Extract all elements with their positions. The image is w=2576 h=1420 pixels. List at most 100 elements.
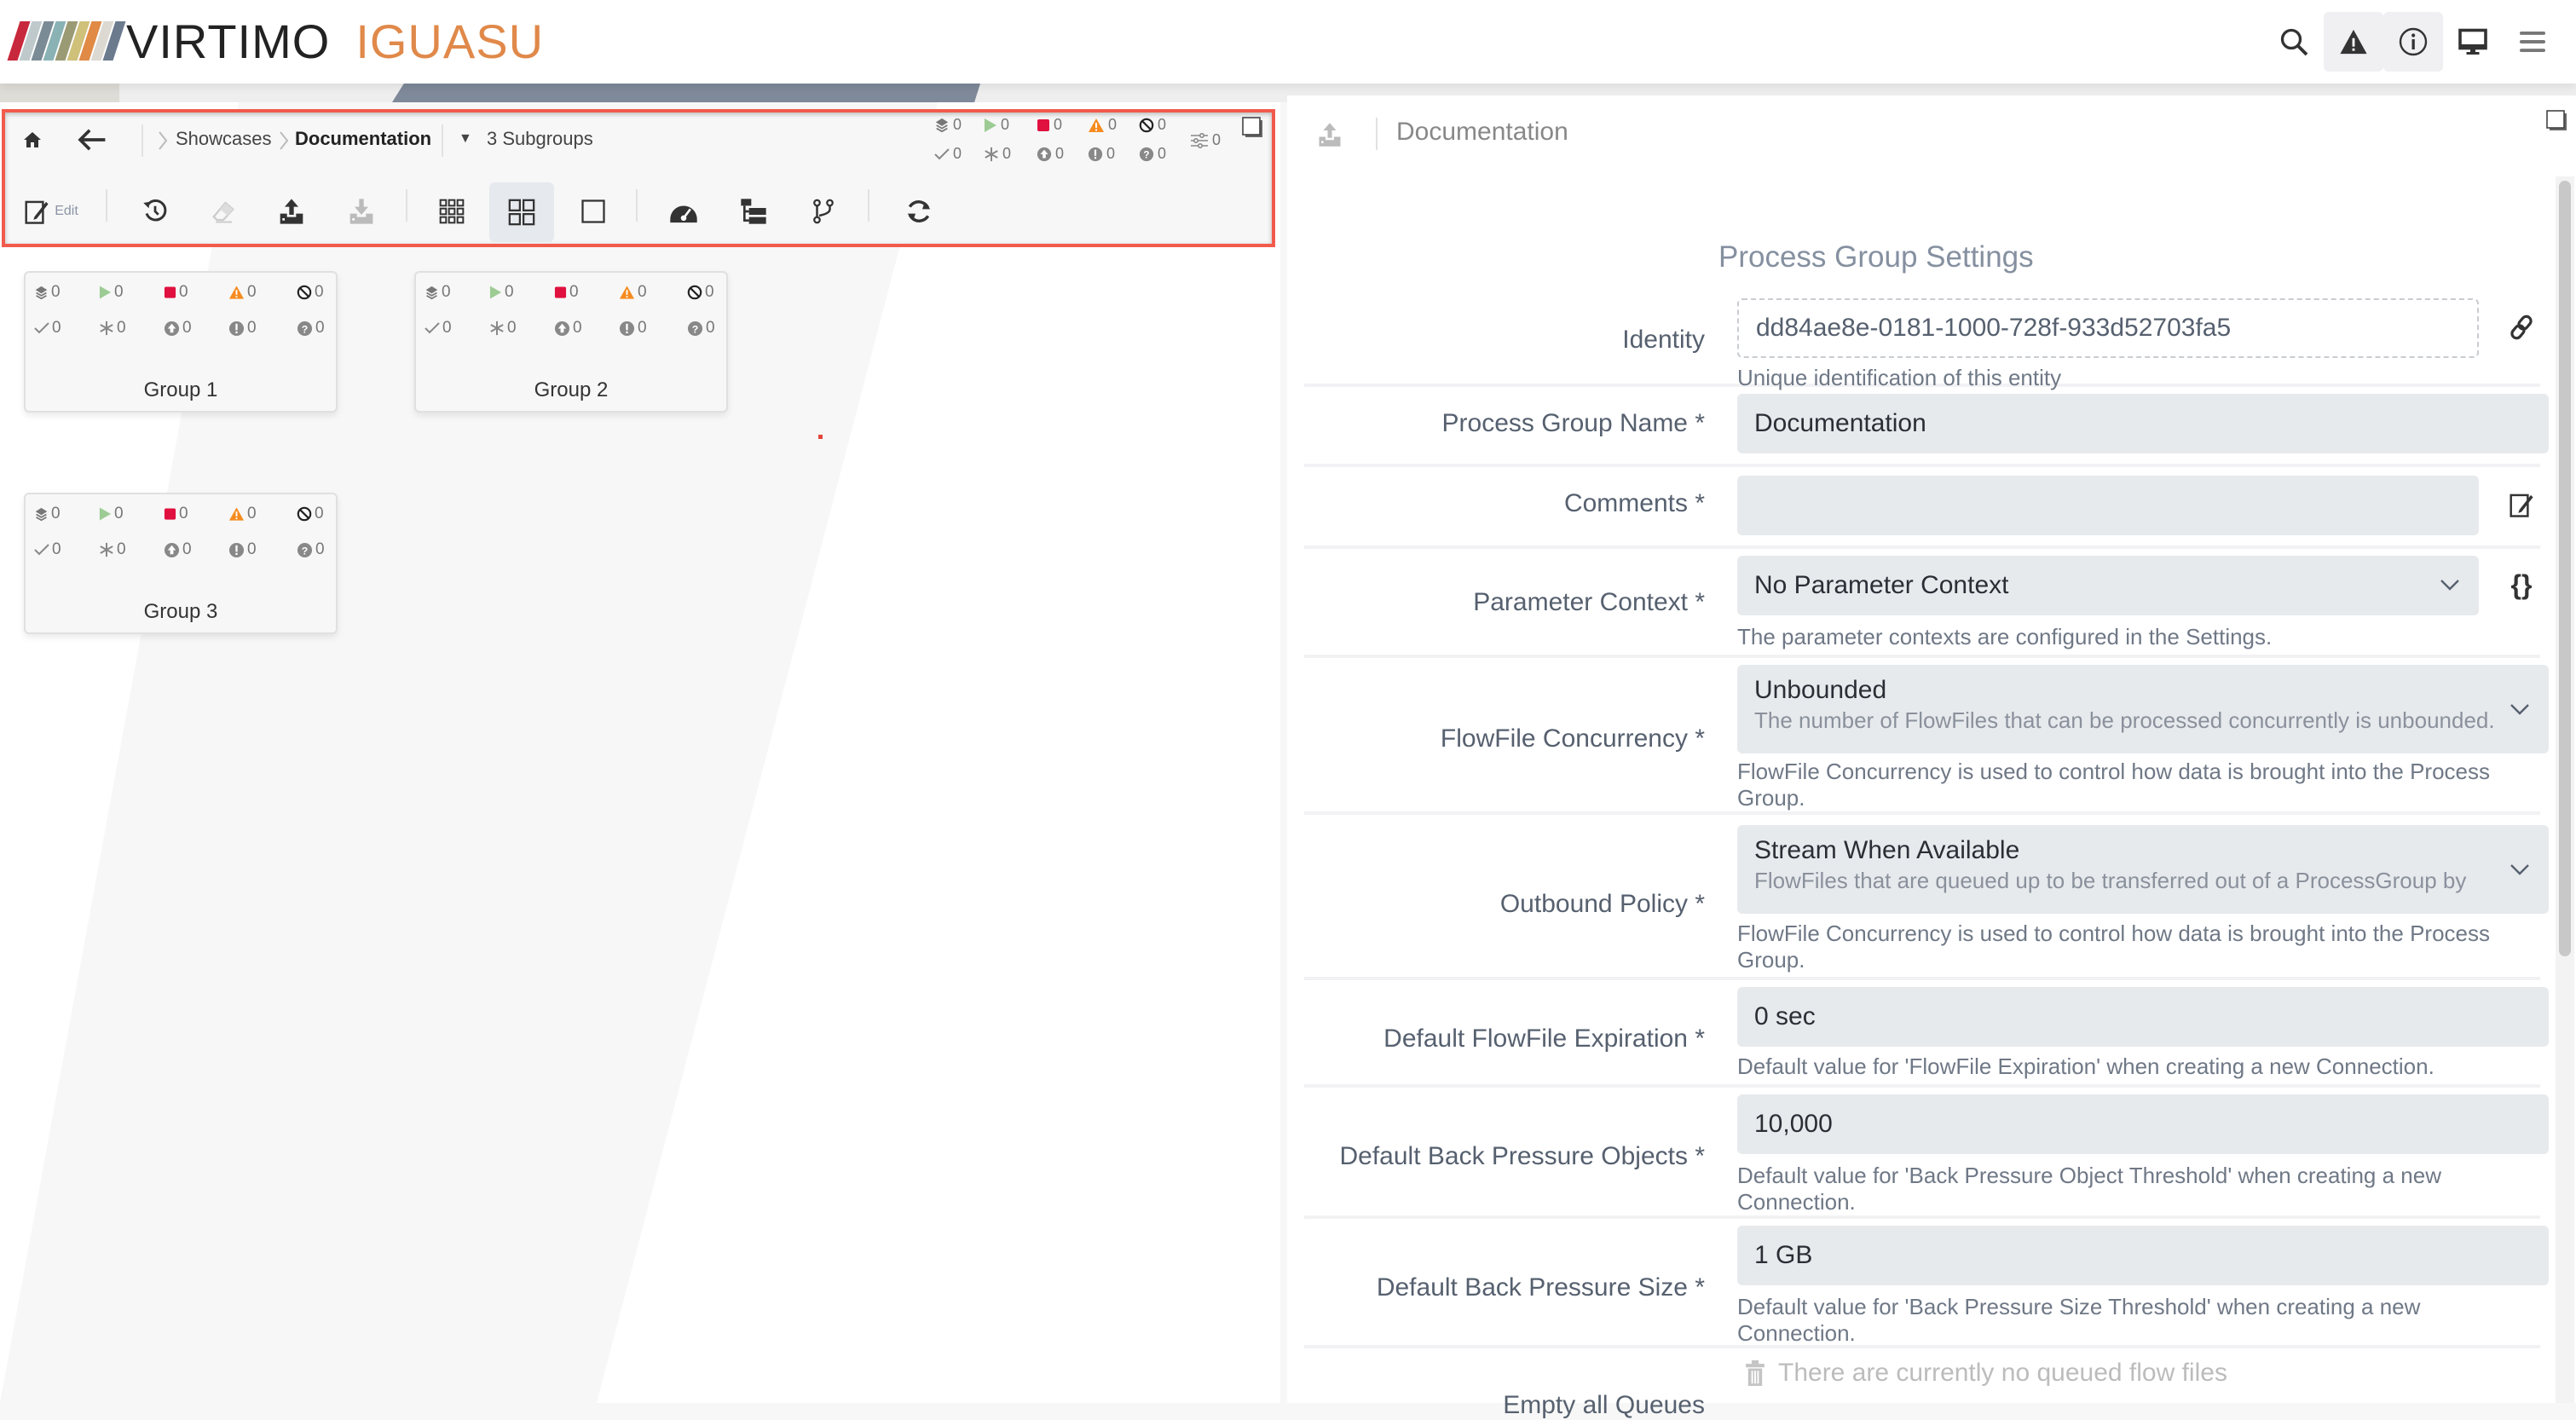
layout-single-button[interactable]	[568, 186, 619, 237]
stat-up-to-date: 0	[425, 319, 452, 338]
empty-queues-button[interactable]: There are currently no queued flow files	[1746, 1359, 2227, 1388]
layout-small-grid-button[interactable]	[426, 186, 477, 237]
download-button[interactable]	[336, 186, 387, 237]
stat-queued: 0	[934, 116, 962, 134]
edit-button[interactable]: Edit	[17, 186, 85, 237]
breadcrumb-item-showcases[interactable]: Showcases	[176, 128, 272, 150]
checkmark-icon	[34, 322, 49, 334]
back-pressure-size-input[interactable]: 1 GB	[1737, 1226, 2549, 1285]
identity-field[interactable]: dd84ae8e-0181-1000-728f-933d52703fa5	[1737, 298, 2479, 358]
field-label: Parameter Context *	[1473, 588, 1705, 616]
search-button[interactable]	[2264, 12, 2324, 72]
breadcrumb-chevron-icon	[155, 130, 170, 152]
comments-input[interactable]	[1737, 476, 2479, 535]
field-process-group-name: Process Group Name * Documentation	[1304, 387, 2549, 467]
stat-queued: 0	[34, 283, 61, 302]
arrow-up-circle-icon	[1037, 147, 1052, 161]
hierarchy-icon	[741, 199, 766, 224]
braces-icon: {}	[2510, 569, 2533, 600]
alerts-button[interactable]	[2324, 12, 2383, 72]
logo-mark	[7, 21, 126, 61]
back-button[interactable]	[73, 123, 111, 157]
stat-locally-modified: 0	[984, 145, 1011, 163]
upload-button[interactable]	[266, 186, 317, 237]
checkmark-icon	[34, 544, 49, 556]
default-expiration-input[interactable]: 0 sec	[1737, 987, 2549, 1047]
checkmark-icon	[425, 322, 440, 334]
edit-comments-button[interactable]	[2504, 488, 2538, 522]
process-group-card-2[interactable]: 0 0 0 0 0 0 0 0 0 ? 0 Group 2	[414, 271, 728, 413]
display-button[interactable]	[2443, 12, 2503, 72]
stat-stopped: 0	[164, 505, 188, 523]
field-help: FlowFile Concurrency is used to control …	[1737, 759, 2490, 811]
svg-text:?: ?	[302, 545, 309, 557]
version-control-button[interactable]	[798, 186, 849, 237]
field-identity: Identity dd84ae8e-0181-1000-728f-933d527…	[1304, 292, 2540, 390]
stat-sync-failure: 0	[228, 319, 257, 338]
hierarchy-button[interactable]	[728, 186, 779, 237]
field-help: Default value for 'Back Pressure Size Th…	[1737, 1294, 2421, 1346]
scrollbar-thumb[interactable]	[2559, 181, 2571, 956]
parameter-context-settings-button[interactable]: {}	[2504, 568, 2538, 602]
outbound-policy-select[interactable]: Stream When Available FlowFiles that are…	[1737, 825, 2549, 914]
trash-icon	[1746, 1360, 1765, 1386]
field-default-expiration: Default FlowFile Expiration * 0 sec Defa…	[1304, 980, 2549, 1088]
stat-stale: 0	[1037, 145, 1064, 163]
process-group-card-1[interactable]: 0 0 0 0 0 0 0 0 0 ? 0 Group 1	[24, 271, 338, 413]
menu-button[interactable]	[2503, 12, 2562, 72]
stat-locally-modified: 0	[489, 319, 517, 338]
stat-sync-failure: 0	[228, 540, 257, 559]
invalid-icon	[228, 286, 245, 299]
copy-link-button[interactable]	[2504, 310, 2538, 344]
clear-button[interactable]	[198, 186, 249, 237]
stat-disabled: 0	[297, 283, 324, 302]
invalid-icon	[228, 507, 245, 521]
stat-running: 0	[489, 283, 514, 302]
asterisk-icon	[100, 542, 113, 557]
back-pressure-objects-input[interactable]: 10,000	[1737, 1094, 2549, 1154]
upload-button[interactable]	[1314, 119, 1345, 150]
parameter-context-select[interactable]: No Parameter Context	[1737, 556, 2479, 615]
brand-name: VIRTIMO	[126, 14, 331, 68]
exclamation-circle-icon	[1088, 147, 1103, 161]
stat-running: 0	[99, 283, 124, 302]
refresh-button[interactable]	[893, 186, 944, 237]
exclamation-circle-icon	[228, 320, 245, 336]
field-comments: Comments *	[1304, 467, 2540, 549]
field-help: Default value for 'FlowFile Expiration' …	[1737, 1053, 2434, 1079]
info-button[interactable]	[2383, 12, 2443, 72]
question-circle-icon: ?	[1139, 147, 1154, 161]
home-button[interactable]	[17, 124, 48, 155]
stat-disabled: 0	[687, 283, 714, 302]
stat-stopped: 0	[164, 283, 188, 302]
maximize-panel-button[interactable]	[2545, 109, 2569, 133]
stat-sync-failure: 0	[619, 319, 647, 338]
subgroups-caret-icon[interactable]: ▼	[459, 131, 472, 147]
chevron-down-icon	[2440, 580, 2459, 591]
divider	[636, 189, 638, 222]
process-group-name-input[interactable]: Documentation	[1737, 394, 2549, 453]
dashboard-button[interactable]	[658, 186, 709, 237]
history-button[interactable]	[130, 186, 181, 237]
exclamation-circle-icon	[619, 320, 635, 336]
stat-disabled: 0	[297, 505, 324, 523]
maximize-button[interactable]	[1241, 116, 1265, 140]
grid-2x2-icon	[508, 199, 535, 226]
stat-running: 0	[984, 116, 1009, 134]
stat-locally-modified: 0	[99, 319, 126, 338]
search-icon	[2280, 28, 2308, 56]
flowfile-concurrency-select[interactable]: Unbounded The number of FlowFiles that c…	[1737, 665, 2549, 753]
monitor-icon	[2458, 28, 2487, 55]
process-group-card-3[interactable]: 0 0 0 0 0 0 0 0 0 ? 0 Group 3	[24, 493, 338, 634]
queued-icon	[35, 286, 48, 299]
stat-up-to-date: 0	[34, 540, 61, 559]
exclamation-circle-icon	[228, 542, 245, 557]
flow-canvas[interactable]: Showcases Documentation ▼ 3 Subgroups 0 …	[0, 102, 1280, 1403]
stopped-icon	[164, 508, 176, 520]
connection-point-marker	[818, 435, 823, 439]
layout-medium-grid-button[interactable]	[489, 182, 554, 242]
field-outbound-policy: Outbound Policy * Stream When Available …	[1304, 815, 2549, 980]
subgroups-dropdown[interactable]: 3 Subgroups	[487, 128, 593, 150]
stat-parameters: 0	[1190, 131, 1221, 149]
link-icon	[2510, 315, 2533, 340]
